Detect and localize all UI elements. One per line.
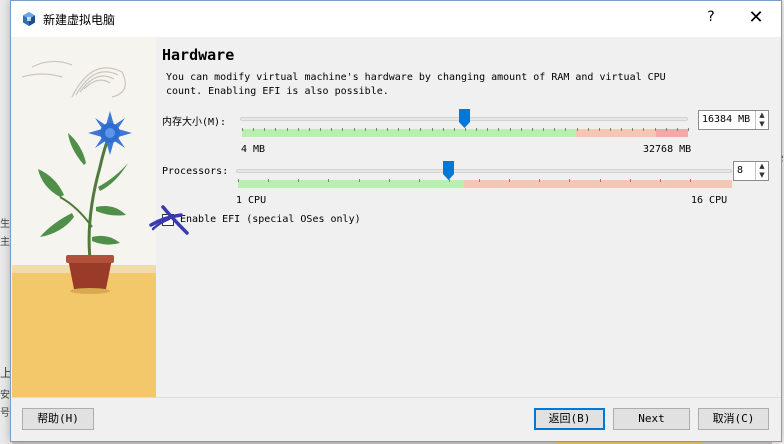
- processors-tick: [629, 179, 631, 182]
- processors-tick: [328, 179, 330, 182]
- memory-tick: [688, 128, 689, 131]
- memory-tick: [543, 128, 545, 131]
- help-button[interactable]: 帮助(H): [22, 408, 94, 430]
- page-description: You can modify virtual machine's hardwar…: [166, 72, 666, 97]
- processors-spin-buttons[interactable]: ▲ ▼: [755, 162, 768, 180]
- memory-spinbox[interactable]: 16384 MB ▲ ▼: [698, 110, 769, 130]
- memory-tick: [398, 128, 400, 131]
- memory-tick: [665, 128, 667, 131]
- processors-slider-track[interactable]: [236, 169, 732, 173]
- memory-tick: [509, 128, 511, 131]
- memory-tick: [420, 128, 422, 131]
- processors-range-safe: [238, 180, 464, 188]
- memory-tick: [565, 128, 567, 131]
- pen-cross-mark: [149, 205, 189, 235]
- memory-tick: [531, 128, 533, 131]
- processors-slider-thumb[interactable]: [443, 161, 455, 180]
- back-button[interactable]: 返回(B): [534, 408, 605, 430]
- memory-tick: [498, 128, 500, 131]
- memory-label: 内存大小(M):: [162, 117, 227, 128]
- memory-min-label: 4 MB: [241, 144, 266, 155]
- memory-tick: [375, 128, 377, 131]
- processors-range-warning: [464, 180, 732, 188]
- memory-tick: [442, 128, 444, 131]
- memory-tick: [364, 128, 366, 131]
- memory-spin-buttons[interactable]: ▲ ▼: [755, 111, 768, 129]
- virtualbox-icon: [23, 12, 35, 26]
- memory-tick: [431, 128, 433, 131]
- spin-up-icon[interactable]: ▲: [756, 162, 768, 171]
- memory-tick: [386, 128, 388, 131]
- memory-slider-thumb[interactable]: [459, 109, 471, 128]
- processors-tick: [569, 179, 571, 182]
- dialog-footer: 帮助(H) 返回(B) Next 取消(C): [12, 397, 781, 441]
- memory-tick: [520, 128, 522, 131]
- processors-tick: [659, 179, 661, 182]
- title-bar: 新建虚拟电脑 ? ✕: [11, 1, 781, 37]
- memory-tick: [242, 128, 243, 131]
- memory-tick: [621, 128, 623, 131]
- memory-tick: [409, 128, 411, 131]
- memory-tick: [465, 128, 466, 131]
- memory-tick: [264, 128, 266, 131]
- memory-tick: [487, 128, 489, 131]
- processors-tick: [298, 179, 300, 182]
- memory-tick: [253, 128, 255, 131]
- wizard-illustration: [12, 37, 156, 397]
- spin-up-icon[interactable]: ▲: [756, 111, 768, 120]
- memory-tick: [331, 128, 333, 131]
- processors-spinbox[interactable]: 8 ▲ ▼: [733, 161, 769, 181]
- memory-tick: [353, 128, 355, 131]
- next-button[interactable]: Next: [613, 408, 690, 430]
- processors-tick: [509, 179, 511, 182]
- processors-tick: [388, 179, 390, 182]
- processors-tick: [268, 179, 270, 182]
- processors-label: Processors:: [162, 166, 229, 177]
- background-fragment: 安: [0, 390, 10, 401]
- memory-tick: [654, 128, 656, 131]
- efi-checkbox-label[interactable]: Enable EFI (special OSes only): [180, 214, 361, 225]
- memory-tick: [554, 128, 556, 131]
- hardware-page: Hardware You can modify virtual machine'…: [156, 37, 781, 397]
- page-title: Hardware: [162, 46, 235, 64]
- processors-tick: [599, 179, 601, 182]
- processors-tick: [418, 179, 420, 182]
- memory-max-label: 32768 MB: [643, 144, 692, 155]
- new-vm-dialog: 新建虚拟电脑 ? ✕ Hardware You can modify virtu…: [10, 0, 782, 442]
- memory-tick: [632, 128, 634, 131]
- spin-down-icon[interactable]: ▼: [756, 120, 768, 129]
- processors-tick: [479, 179, 481, 182]
- background-fragment: 生: [0, 219, 10, 230]
- background-fragment: 号: [0, 408, 10, 419]
- memory-value[interactable]: 16384 MB: [702, 114, 750, 125]
- memory-tick: [286, 128, 288, 131]
- spin-down-icon[interactable]: ▼: [756, 171, 768, 180]
- memory-tick: [320, 128, 322, 131]
- memory-tick: [297, 128, 299, 131]
- processors-value[interactable]: 8: [737, 165, 743, 176]
- processors-tick: [539, 179, 541, 182]
- close-icon[interactable]: ✕: [741, 7, 771, 31]
- window-title: 新建虚拟电脑: [43, 13, 116, 27]
- memory-tick: [643, 128, 645, 131]
- memory-tick: [609, 128, 611, 131]
- memory-tick: [453, 128, 455, 131]
- memory-tick: [598, 128, 600, 131]
- processors-min-label: 1 CPU: [236, 195, 267, 206]
- memory-tick: [275, 128, 277, 131]
- memory-tick: [476, 128, 478, 131]
- memory-range-danger: [656, 129, 688, 137]
- memory-tick: [676, 128, 678, 131]
- processors-max-label: 16 CPU: [691, 195, 728, 206]
- processors-tick: [358, 179, 360, 182]
- processors-tick: [238, 179, 239, 182]
- memory-tick: [587, 128, 589, 131]
- memory-tick: [576, 128, 578, 131]
- cancel-button[interactable]: 取消(C): [698, 408, 769, 430]
- help-icon[interactable]: ?: [699, 9, 723, 29]
- processors-tick: [690, 179, 691, 182]
- memory-tick: [342, 128, 344, 131]
- memory-tick: [308, 128, 310, 131]
